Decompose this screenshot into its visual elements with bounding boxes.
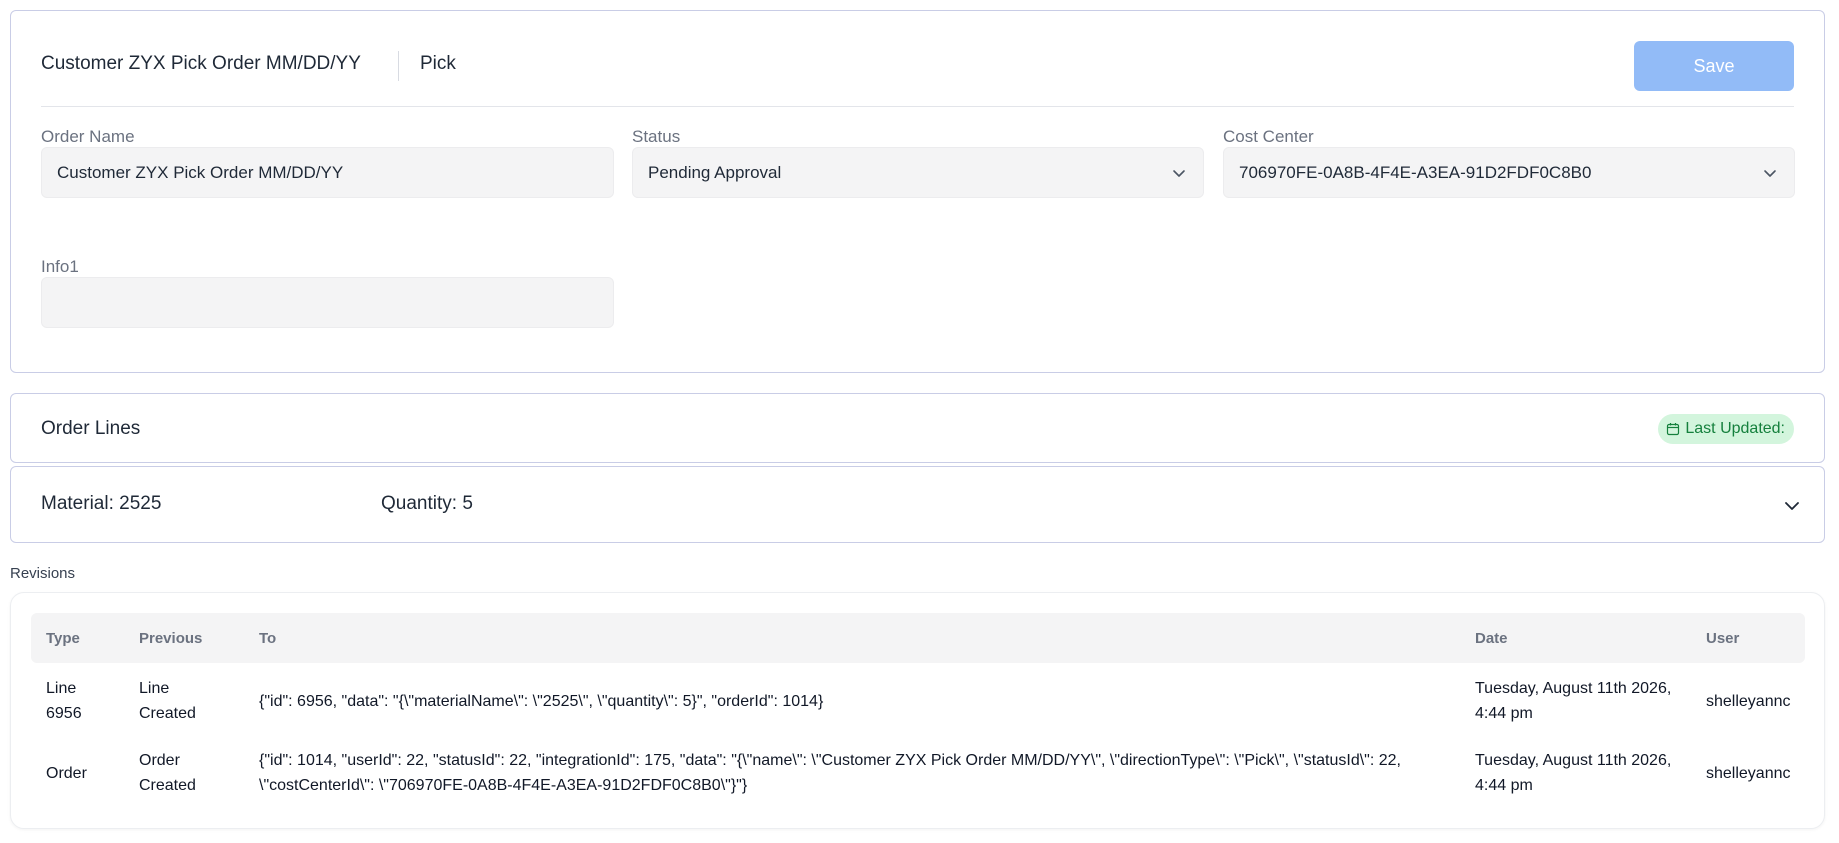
column-header-previous: Previous [139,630,203,647]
info1-input[interactable] [41,277,614,328]
cost-center-value: 706970FE-0A8B-4F4E-A3EA-91D2FDF0C8B0 [1239,162,1592,182]
cell-type: Order [46,764,87,782]
last-updated-badge: Last Updated: [1658,414,1794,444]
revisions-table: Type Previous To Date User Line 6956 Lin… [10,592,1825,829]
order-line-item[interactable]: Material: 2525 Quantity: 5 [10,466,1825,543]
chevron-down-icon [1173,170,1185,177]
direction-type: Pick [420,53,456,74]
order-title-row: Customer ZYX Pick Order MM/DD/YY Pick Sa… [41,41,1794,107]
column-header-user: User [1706,630,1740,647]
revisions-table-header: Type Previous To Date User [31,613,1805,663]
calendar-icon [1667,423,1680,436]
order-lines-header: Order Lines Last Updated: [10,393,1825,463]
cell-to: {"id": 1014, "userId": 22, "statusId": 2… [259,752,1401,794]
quantity-label: Quantity: 5 [381,493,473,514]
chevron-down-icon [1764,170,1776,177]
save-button[interactable]: Save [1634,41,1794,91]
table-row: Order Order Created {"id": 1014, "userId… [31,737,1805,809]
order-lines-title: Order Lines [41,418,141,439]
info1-label: Info1 [41,257,79,276]
status-select[interactable]: Pending Approval [632,147,1204,198]
order-title: Customer ZYX Pick Order MM/DD/YY [41,53,361,74]
title-divider [398,51,399,81]
revisions-label: Revisions [10,565,76,582]
cell-user: shelleyannc [1706,692,1791,710]
cell-type: Line 6956 [46,680,82,722]
column-header-to: To [259,630,277,647]
last-updated-text: Last Updated: [1685,420,1785,437]
cost-center-select[interactable]: 706970FE-0A8B-4F4E-A3EA-91D2FDF0C8B0 [1223,147,1795,198]
table-row: Line 6956 Line Created {"id": 6956, "dat… [31,665,1805,737]
order-name-label: Order Name [41,127,135,146]
order-name-value: Customer ZYX Pick Order MM/DD/YY [57,162,344,182]
cell-date: Tuesday, August 11th 2026, 4:44 pm [1475,752,1672,794]
cell-to: {"id": 6956, "data": "{\"materialName\":… [259,692,824,710]
cell-previous: Line Created [139,680,196,722]
column-header-date: Date [1475,630,1508,647]
cost-center-label: Cost Center [1223,127,1314,146]
column-header-type: Type [46,630,80,647]
chevron-down-icon[interactable] [1782,496,1802,516]
cell-date: Tuesday, August 11th 2026, 4:44 pm [1475,680,1672,722]
status-value: Pending Approval [648,162,782,182]
order-name-input[interactable]: Customer ZYX Pick Order MM/DD/YY [41,147,614,198]
order-details-card: Customer ZYX Pick Order MM/DD/YY Pick Sa… [10,10,1825,373]
status-label: Status [632,127,681,146]
material-label: Material: 2525 [41,493,162,514]
cell-user: shelleyannc [1706,764,1791,782]
cell-previous: Order Created [139,752,196,794]
